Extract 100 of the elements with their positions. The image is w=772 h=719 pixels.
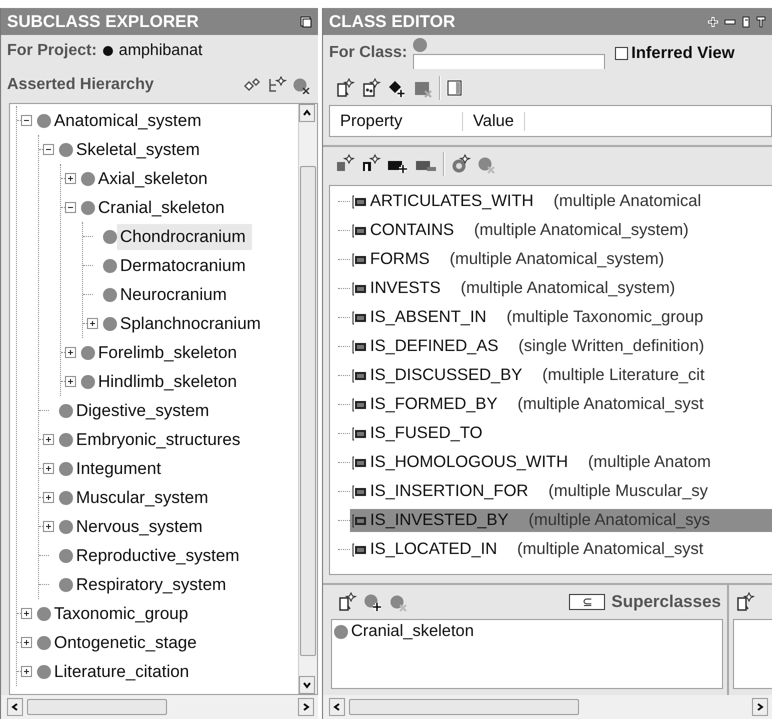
collapse-icon[interactable]	[21, 115, 32, 126]
property-name[interactable]: IS_DEFINED_AS	[370, 337, 498, 356]
expand-icon[interactable]	[87, 318, 98, 329]
tree-item[interactable]: Dermatocranium	[117, 252, 252, 278]
tree-item[interactable]: Literature_citation	[51, 658, 196, 684]
class-icon	[103, 288, 117, 302]
property-name[interactable]: IS_DISCUSSED_BY	[370, 366, 522, 385]
restriction-star-icon[interactable]	[451, 154, 471, 174]
property-name[interactable]: IS_INSERTION_FOR	[370, 482, 528, 501]
scroll-left-button[interactable]	[329, 698, 345, 716]
property-icon	[352, 368, 368, 382]
expand-icon[interactable]	[21, 608, 32, 619]
property-name[interactable]: INVESTS	[370, 279, 441, 298]
property-range: (multiple Anatomical_sys	[528, 511, 710, 530]
class-icon	[37, 114, 51, 128]
diamond-link-icon[interactable]	[242, 76, 262, 94]
tree-item[interactable]: Respiratory_system	[73, 572, 232, 598]
tree-item[interactable]: Cranial_skeleton	[95, 194, 231, 220]
expand-icon[interactable]	[43, 492, 54, 503]
class-icon	[59, 578, 73, 592]
tree-item[interactable]: Ontogenetic_stage	[51, 630, 203, 656]
scrollbar-thumb[interactable]	[27, 699, 167, 715]
tree-item[interactable]: Hindlimb_skeleton	[95, 368, 243, 394]
scroll-right-button[interactable]	[752, 698, 768, 716]
tree-item[interactable]: Skeletal_system	[73, 136, 206, 162]
property-range: (multiple Anatomical_system)	[450, 250, 664, 269]
column-header[interactable]: Value	[463, 112, 525, 130]
tree-item[interactable]: Anatomical_system	[51, 108, 208, 134]
class-icon	[413, 38, 428, 52]
tree-item[interactable]: Axial_skeleton	[95, 166, 214, 192]
expand-icon[interactable]	[65, 347, 76, 358]
expand-icon[interactable]	[65, 376, 76, 387]
property-icon	[352, 514, 368, 528]
tree-item[interactable]: Splanchnocranium	[117, 310, 267, 336]
class-icon	[103, 230, 117, 244]
panel-icon[interactable]	[447, 79, 463, 97]
for-class-label: For Class:	[329, 44, 408, 62]
scroll-up-button[interactable]	[299, 104, 315, 122]
new-page-icon[interactable]	[335, 78, 355, 98]
expand-icon[interactable]	[65, 173, 76, 184]
class-icon	[59, 520, 73, 534]
tree-item[interactable]: Taxonomic_group	[51, 600, 194, 626]
property-icon	[352, 398, 368, 412]
class-icon	[59, 142, 73, 156]
add-star-icon[interactable]	[735, 592, 755, 612]
property-name[interactable]: FORMS	[370, 250, 430, 269]
class-name-field[interactable]	[413, 54, 606, 68]
property-name[interactable]: IS_ABSENT_IN	[370, 308, 486, 327]
property-name[interactable]: IS_FORMED_BY	[370, 395, 498, 414]
scroll-right-button[interactable]	[298, 698, 314, 716]
slot-star-icon[interactable]	[361, 154, 381, 174]
tree-item[interactable]: Reproductive_system	[73, 542, 246, 568]
panel-title: SUBCLASS EXPLORER	[7, 12, 199, 32]
scrollbar-thumb[interactable]	[300, 166, 316, 656]
hierarchy-label: Asserted Hierarchy	[7, 76, 154, 94]
tree-star-icon[interactable]	[267, 76, 287, 94]
add-star-icon[interactable]	[337, 592, 357, 612]
tree-item[interactable]: Embryonic_structures	[73, 426, 246, 452]
tree-item[interactable]: Integument	[73, 456, 168, 482]
property-icon	[352, 310, 368, 324]
property-name[interactable]: IS_LOCATED_IN	[370, 540, 498, 559]
scroll-down-button[interactable]	[299, 676, 315, 694]
scrollbar-thumb[interactable]	[349, 699, 579, 715]
plus-icon[interactable]	[707, 16, 719, 28]
circle-plus-icon[interactable]	[363, 592, 383, 612]
property-icon	[352, 426, 368, 440]
column-header[interactable]: Property	[330, 112, 463, 130]
tree-item[interactable]: Nervous_system	[73, 514, 209, 540]
property-icon	[352, 224, 368, 238]
delete-circle-icon[interactable]	[292, 76, 312, 94]
scroll-left-button[interactable]	[7, 698, 23, 716]
collapse-icon[interactable]	[65, 202, 76, 213]
property-name[interactable]: IS_INVESTED_BY	[370, 511, 508, 530]
property-name[interactable]: ARTICULATES_WITH	[370, 192, 534, 211]
class-icon	[334, 624, 348, 638]
diagram-page-icon[interactable]	[361, 78, 381, 98]
property-name[interactable]: IS_HOMOLOGOUS_WITH	[370, 453, 568, 472]
superclass-item[interactable]: Cranial_skeleton	[351, 622, 474, 641]
tree-item[interactable]: Forelimb_skeleton	[95, 340, 243, 366]
tree-item[interactable]: Digestive_system	[73, 398, 216, 424]
inferred-view-checkbox[interactable]: Inferred View	[615, 44, 735, 62]
property-range: (multiple Anatom	[588, 453, 711, 472]
property-name[interactable]: IS_FUSED_TO	[370, 424, 482, 443]
tree-item[interactable]: Neurocranium	[117, 282, 233, 308]
tree-item[interactable]: Muscular_system	[73, 484, 214, 510]
expand-icon[interactable]	[43, 521, 54, 532]
diamond-plus-icon[interactable]	[387, 78, 407, 98]
class-icon	[59, 490, 73, 504]
class-icon	[37, 664, 51, 678]
expand-icon[interactable]	[43, 434, 54, 445]
expand-icon[interactable]	[43, 463, 54, 474]
expand-icon[interactable]	[21, 666, 32, 677]
slot-star-icon[interactable]	[335, 154, 355, 174]
tree-item[interactable]: Chondrocranium	[117, 224, 252, 250]
property-range: (multiple Taxonomic_group	[506, 308, 704, 327]
property-name[interactable]: CONTAINS	[370, 221, 454, 240]
class-icon	[81, 374, 95, 388]
window-icon[interactable]	[300, 16, 312, 28]
collapse-icon[interactable]	[43, 144, 54, 155]
expand-icon[interactable]	[21, 637, 32, 648]
